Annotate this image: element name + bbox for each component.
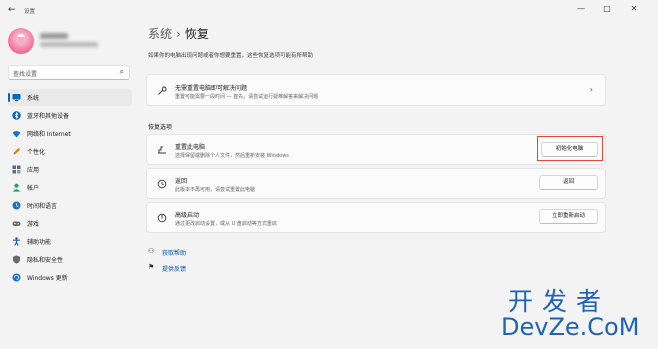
person-icon xyxy=(12,183,21,192)
card-title: 返回 xyxy=(175,178,188,185)
link-label: 提供反馈 xyxy=(162,266,187,273)
bluetooth-icon xyxy=(12,111,21,120)
sidebar-item-label: 网络和 Internet xyxy=(27,131,71,138)
highlight-box xyxy=(537,136,603,161)
sidebar-item-personalization[interactable]: 个性化 xyxy=(8,143,132,160)
search-icon: ⌕ xyxy=(119,67,124,76)
user-email-redacted xyxy=(40,42,98,47)
sidebar-item-label: 辅助功能 xyxy=(27,239,52,246)
go-back-button[interactable]: 返回 xyxy=(539,175,598,190)
troubleshoot-card[interactable]: 无需重置电脑即可解决问题 重置可能需要一段时间 — 首先，请尝试运行疑难解答来解… xyxy=(146,74,606,106)
accessibility-icon xyxy=(12,237,21,246)
card-subtitle: 选择保留或删除个人文件，然后重新安装 Windows xyxy=(175,153,289,159)
avatar-gem-icon xyxy=(17,34,25,46)
breadcrumb-parent[interactable]: 系统 xyxy=(148,27,172,41)
search-placeholder: 查找设置 xyxy=(13,71,38,78)
globe-clock-icon xyxy=(12,201,21,210)
maximize-button[interactable]: □ xyxy=(600,4,614,13)
update-icon xyxy=(12,273,21,282)
sidebar-item-label: 应用 xyxy=(27,167,40,174)
sidebar-item-label: 时间和语言 xyxy=(27,203,58,210)
sidebar-item-network[interactable]: 网络和 Internet xyxy=(8,125,132,142)
card-subtitle: 此版本不再可用，请尝试重置此电脑 xyxy=(175,187,256,193)
back-arrow-icon[interactable]: ← xyxy=(8,5,16,15)
card-title: 重置此电脑 xyxy=(175,144,206,151)
sidebar-item-label: 游戏 xyxy=(27,221,40,228)
avatar xyxy=(8,28,34,54)
help-icon: ⚇ xyxy=(148,247,155,255)
sidebar-item-privacy[interactable]: 隐私和安全性 xyxy=(8,251,132,268)
advanced-startup-icon xyxy=(157,213,167,223)
sidebar-item-windows-update[interactable]: Windows 更新 xyxy=(8,269,132,286)
wrench-icon xyxy=(157,86,167,96)
sidebar-item-label: 个性化 xyxy=(27,149,46,156)
card-subtitle: 重置可能需要一段时间 — 首先，请尝试运行疑难解答来解决问题 xyxy=(175,94,319,100)
history-icon xyxy=(157,179,167,189)
go-back-card: 返回 此版本不再可用，请尝试重置此电脑 xyxy=(146,168,606,199)
sidebar-item-apps[interactable]: 应用 xyxy=(8,161,132,178)
gamepad-icon xyxy=(12,219,21,228)
active-indicator xyxy=(8,93,10,102)
sidebar-item-gaming[interactable]: 游戏 xyxy=(8,215,132,232)
sidebar-item-label: Windows 更新 xyxy=(27,275,68,282)
page-title: 恢复 xyxy=(184,27,209,41)
advanced-startup-card: 高级启动 通过更改启动设置，或从 U 盘启动等方式重启 xyxy=(146,202,606,233)
apps-icon xyxy=(12,165,21,174)
sidebar-item-label: 系统 xyxy=(27,95,40,102)
minimize-button[interactable]: — xyxy=(574,4,588,13)
search-input[interactable]: 查找设置 ⌕ xyxy=(8,65,130,80)
sidebar-item-accessibility[interactable]: 辅助功能 xyxy=(8,233,132,250)
feedback-icon: ⚑ xyxy=(148,263,155,271)
shield-icon xyxy=(12,255,21,264)
app-title: 设置 xyxy=(24,9,36,15)
sidebar-item-label: 帐户 xyxy=(27,185,40,192)
pen-icon xyxy=(12,147,21,156)
sidebar-item-label: 隐私和安全性 xyxy=(27,257,64,264)
watermark-english: DevZe.CoM xyxy=(501,313,640,341)
sidebar-item-time-language[interactable]: 时间和语言 xyxy=(8,197,132,214)
breadcrumb: 系统 › 恢复 xyxy=(148,25,209,42)
close-button[interactable]: ✕ xyxy=(627,4,641,13)
card-subtitle: 通过更改启动设置，或从 U 盘启动等方式重启 xyxy=(175,221,277,227)
reset-pc-icon xyxy=(157,145,167,155)
monitor-icon xyxy=(12,93,21,102)
user-name-redacted xyxy=(40,33,68,39)
card-title: 高级启动 xyxy=(175,212,200,219)
card-title: 无需重置电脑即可解决问题 xyxy=(175,85,248,92)
sidebar-item-bluetooth[interactable]: 蓝牙和其他设备 xyxy=(8,107,132,124)
sidebar-item-system[interactable]: 系统 xyxy=(8,89,132,106)
page-description: 如果你的电脑出现问题或者你想要重置，这些恢复选项可能有所帮助 xyxy=(148,53,314,59)
sidebar-item-label: 蓝牙和其他设备 xyxy=(27,113,70,120)
title-bar: ← 设置 — □ ✕ xyxy=(0,0,658,22)
restart-now-button[interactable]: 立即重新启动 xyxy=(539,209,598,224)
sidebar-item-accounts[interactable]: 帐户 xyxy=(8,179,132,196)
breadcrumb-separator: › xyxy=(176,27,181,41)
chevron-right-icon: › xyxy=(589,85,593,94)
wifi-icon xyxy=(12,129,21,138)
link-label: 获取帮助 xyxy=(162,250,187,257)
section-title: 恢复选项 xyxy=(148,124,173,131)
